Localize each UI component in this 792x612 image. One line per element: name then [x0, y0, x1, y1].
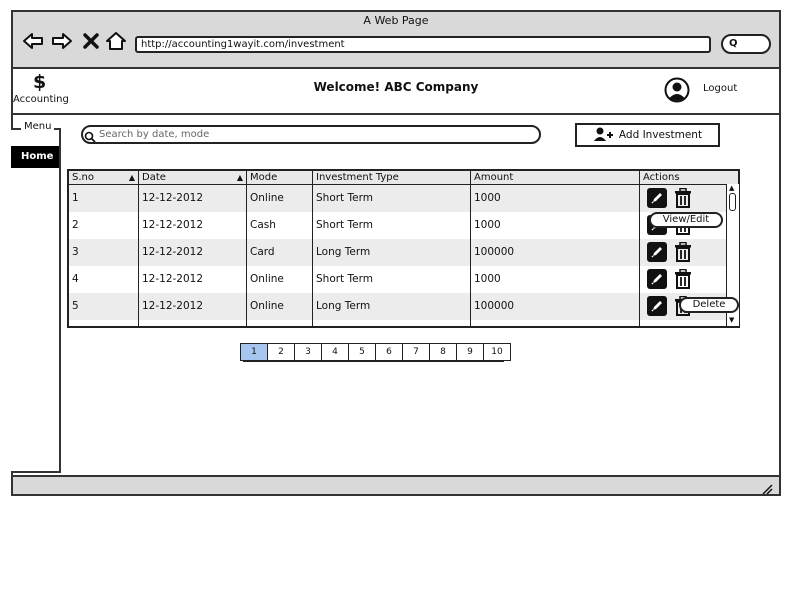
column-divider — [639, 171, 640, 326]
table-row: 5 12-12-2012 Online Long Term 100000 — [69, 293, 727, 320]
forward-arrow-icon[interactable] — [50, 30, 74, 52]
cell-amount: 100000 — [474, 246, 515, 258]
menu-label: Menu — [21, 121, 55, 132]
edit-pencil-icon[interactable] — [647, 296, 667, 316]
investment-table: S.no ▲ Date ▲ Mode Investment Type Amoun… — [67, 169, 740, 328]
edit-pencil-icon[interactable] — [647, 188, 667, 208]
cell-date: 12-12-2012 — [142, 246, 204, 258]
cell-mode: Card — [250, 246, 275, 258]
cell-date: 12-12-2012 — [142, 300, 204, 312]
page-button[interactable]: 9 — [456, 343, 483, 361]
browser-titlebar: A Web Page http://accounting1wayit.com/i… — [13, 12, 779, 69]
column-divider — [246, 171, 247, 326]
cell-investment-type: Short Term — [316, 273, 373, 285]
window-title: A Web Page — [363, 14, 429, 27]
page-button[interactable]: 8 — [429, 343, 456, 361]
cell-investment-type: Short Term — [316, 219, 373, 231]
cell-date: 12-12-2012 — [142, 273, 204, 285]
search-input[interactable]: Search by date, mode — [81, 125, 541, 144]
cell-mode: Cash — [250, 219, 276, 231]
page-button[interactable]: 10 — [483, 343, 511, 361]
column-header-mode: Mode — [247, 171, 313, 185]
resize-grip-icon[interactable] — [761, 480, 773, 499]
column-header-date[interactable]: Date ▲ — [139, 171, 247, 185]
cell-sno: 2 — [72, 219, 79, 231]
back-arrow-icon[interactable] — [21, 30, 45, 52]
home-icon[interactable] — [104, 30, 128, 52]
column-divider — [470, 171, 471, 326]
page-button[interactable]: 5 — [348, 343, 375, 361]
add-investment-button[interactable]: Add Investment — [575, 123, 720, 147]
cell-amount: 100000 — [474, 300, 515, 312]
sidebar-menu: Menu Home — [11, 121, 61, 473]
sort-icon[interactable]: ▲ — [129, 171, 135, 185]
scroll-down-icon[interactable]: ▼ — [729, 317, 736, 324]
table-row: 3 12-12-2012 Card Long Term 100000 — [69, 239, 727, 266]
cell-sno: 3 — [72, 246, 79, 258]
sort-icon[interactable]: ▲ — [237, 171, 243, 185]
cell-amount: 1000 — [474, 273, 501, 285]
column-header-amount: Amount — [471, 171, 640, 185]
browser-statusbar — [13, 475, 779, 495]
cell-sno: 4 — [72, 273, 79, 285]
page-button[interactable]: 2 — [267, 343, 294, 361]
column-header-investment-type: Investment Type — [313, 171, 471, 185]
cell-amount: 1000 — [474, 192, 501, 204]
table-row: 4 12-12-2012 Online Short Term 1000 — [69, 266, 727, 293]
cell-date: 12-12-2012 — [142, 192, 204, 204]
logout-link[interactable]: Logout — [703, 83, 737, 94]
page-button[interactable]: 1 — [240, 343, 267, 361]
page-button[interactable]: 3 — [294, 343, 321, 361]
cell-sno: 1 — [72, 192, 79, 204]
table-row: 2 12-12-2012 Cash Short Term 1000 — [69, 212, 727, 239]
edit-pencil-icon[interactable] — [647, 242, 667, 262]
cell-mode: Online — [250, 192, 284, 204]
page-button[interactable]: 6 — [375, 343, 402, 361]
cell-sno: 5 — [72, 300, 79, 312]
cell-date: 12-12-2012 — [142, 219, 204, 231]
sidebar-item-home[interactable]: Home — [11, 146, 59, 168]
view-edit-tooltip: View/Edit — [649, 212, 723, 228]
column-header-sno[interactable]: S.no ▲ — [69, 171, 139, 185]
delete-tooltip: Delete — [679, 297, 739, 313]
pagination: 1 2 3 4 5 6 7 8 9 10 — [240, 343, 511, 361]
scroll-up-icon[interactable]: ▲ — [729, 185, 736, 192]
column-divider — [312, 171, 313, 326]
browser-search-field[interactable]: Q — [721, 34, 771, 54]
cell-investment-type: Long Term — [316, 300, 371, 312]
delete-trash-icon[interactable] — [673, 187, 693, 209]
magnifier-icon: Q — [729, 38, 738, 49]
scroll-thumb[interactable] — [729, 193, 736, 211]
delete-trash-icon[interactable] — [673, 241, 693, 263]
close-x-icon[interactable] — [79, 30, 103, 52]
cell-mode: Online — [250, 300, 284, 312]
page-button[interactable]: 4 — [321, 343, 348, 361]
delete-trash-icon[interactable] — [673, 268, 693, 290]
cell-investment-type: Short Term — [316, 192, 373, 204]
app-header: $ Accounting Welcome! ABC Company Logout — [13, 71, 779, 115]
url-field[interactable]: http://accounting1wayit.com/investment — [135, 36, 711, 53]
column-divider — [138, 171, 139, 326]
cell-amount: 1000 — [474, 219, 501, 231]
cell-investment-type: Long Term — [316, 246, 371, 258]
user-avatar-icon[interactable] — [664, 77, 690, 103]
page-button[interactable]: 7 — [402, 343, 429, 361]
search-icon — [84, 128, 96, 147]
table-row: 1 12-12-2012 Online Short Term 1000 — [69, 185, 727, 212]
edit-pencil-icon[interactable] — [647, 269, 667, 289]
app-logo-text: Accounting — [13, 94, 69, 105]
add-user-icon — [593, 126, 613, 145]
cell-mode: Online — [250, 273, 284, 285]
add-investment-label: Add Investment — [618, 129, 703, 141]
